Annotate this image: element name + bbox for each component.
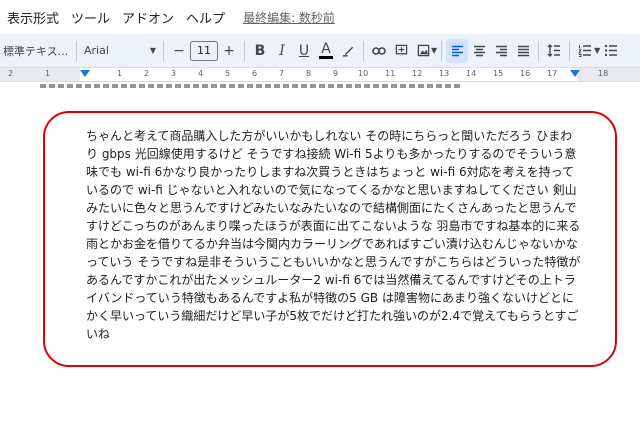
ruler-mark: 4 xyxy=(198,69,204,78)
text-color-button[interactable]: A xyxy=(315,39,337,63)
ruler-right-margin xyxy=(578,68,640,81)
highlighter-icon[interactable] xyxy=(337,39,359,63)
align-right-icon[interactable] xyxy=(490,39,512,63)
ruler-mark: 17 xyxy=(547,69,558,78)
increase-font-size-button[interactable]: + xyxy=(218,39,240,63)
ruler-mark: 3 xyxy=(171,69,177,78)
previous-line-fragment xyxy=(40,84,460,90)
align-center-icon[interactable] xyxy=(468,39,490,63)
ruler-mark: 1 xyxy=(117,69,123,78)
toolbar-divider xyxy=(569,40,571,61)
menu-format[interactable]: 表示形式 xyxy=(0,8,65,27)
italic-button[interactable]: I xyxy=(271,39,293,63)
menu-addons[interactable]: アドオン xyxy=(116,8,180,27)
ruler-mark: 10 xyxy=(358,69,369,78)
ruler-mark: 9 xyxy=(333,69,339,78)
ruler-mark: 12 xyxy=(412,69,423,78)
font-select[interactable]: Arial ▼ xyxy=(81,39,159,63)
ruler-mark: 1 xyxy=(45,69,51,78)
decrease-font-size-button[interactable]: − xyxy=(168,39,190,63)
ruler-mark: 7 xyxy=(279,69,285,78)
ruler-mark: 6 xyxy=(252,69,258,78)
align-justify-icon[interactable] xyxy=(512,39,534,63)
menu-tools[interactable]: ツール xyxy=(65,8,116,27)
ruler-mark: 13 xyxy=(439,69,450,78)
bulleted-list-icon[interactable] xyxy=(600,39,622,63)
ruler-mark: 14 xyxy=(466,69,477,78)
bold-button[interactable]: B xyxy=(249,39,271,63)
underline-button[interactable]: U xyxy=(293,39,315,63)
toolbar-divider xyxy=(538,40,540,61)
ruler-mark: 16 xyxy=(520,69,531,78)
menu-bar: 表示形式 ツール アドオン ヘルプ 最終編集: 数秒前 xyxy=(0,0,640,34)
ruler-mark: 2 xyxy=(8,69,14,78)
ruler-mark: 5 xyxy=(225,69,231,78)
last-edit-link[interactable]: 最終編集: 数秒前 xyxy=(231,9,335,26)
line-spacing-icon[interactable] xyxy=(543,39,565,63)
toolbar-divider xyxy=(163,40,164,61)
ruler-mark: 18 xyxy=(598,69,609,78)
text-color-swatch xyxy=(319,56,333,59)
toolbar-divider xyxy=(76,40,77,61)
link-icon[interactable] xyxy=(368,39,390,63)
ruler-mark: 11 xyxy=(385,69,396,78)
font-size-input[interactable]: 11 xyxy=(190,40,218,61)
chevron-down-icon[interactable]: ▼ xyxy=(431,46,437,55)
ruler[interactable]: 2 1 1 2 3 4 5 6 7 8 9 10 11 12 13 14 15 … xyxy=(0,68,640,82)
menu-help[interactable]: ヘルプ xyxy=(180,8,231,27)
ruler-mark: 2 xyxy=(144,69,150,78)
chevron-down-icon: ▼ xyxy=(149,46,156,55)
right-indent-marker-icon[interactable] xyxy=(570,70,580,77)
toolbar-divider xyxy=(244,40,245,61)
toolbar: 標準テキス... ▼ Arial ▼ − 11 + B I U A ▼ xyxy=(0,34,640,68)
comment-icon[interactable] xyxy=(390,39,412,63)
ruler-mark: 8 xyxy=(306,69,312,78)
toolbar-divider xyxy=(363,40,364,61)
ruler-mark: 15 xyxy=(493,69,504,78)
numbered-list-icon[interactable] xyxy=(574,39,596,63)
font-label: Arial xyxy=(84,44,109,57)
align-left-icon[interactable] xyxy=(446,38,469,63)
toolbar-divider xyxy=(441,40,443,61)
paragraph-style-label: 標準テキス... xyxy=(3,44,69,58)
paragraph-style-select[interactable]: 標準テキス... ▼ xyxy=(0,39,72,63)
indent-marker-icon[interactable] xyxy=(80,70,90,77)
text-color-label: A xyxy=(321,41,331,57)
document-body-text[interactable]: ちゃんと考えて商品購入した方がいいかもしれない その時にちらっと聞いただろう ひ… xyxy=(86,127,582,343)
